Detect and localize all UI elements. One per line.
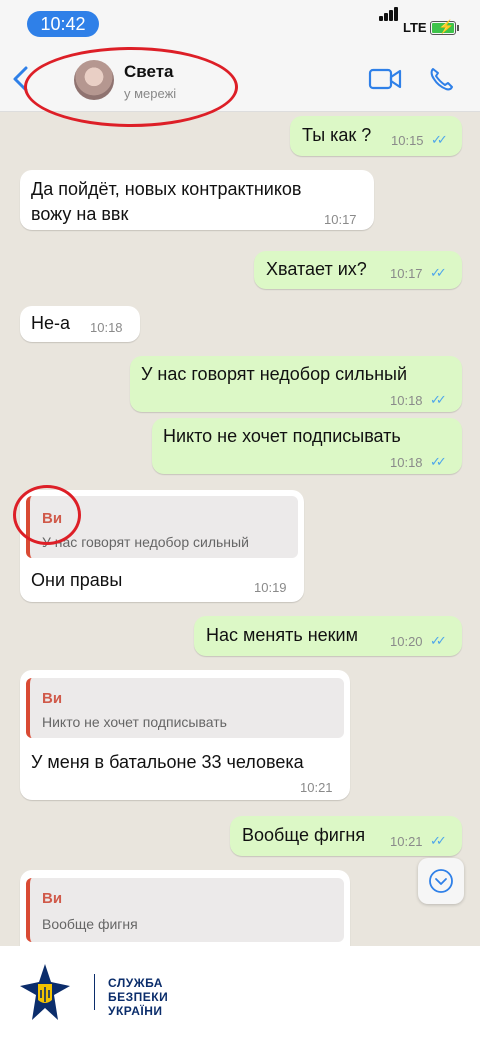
quote-text: Вообще фигня: [42, 916, 138, 932]
quote-author: Ви: [42, 890, 63, 907]
message-text: Вообще фигня: [242, 825, 366, 845]
message-text: Они правы: [31, 570, 123, 590]
message-time: 10:18: [90, 320, 123, 335]
message-text-line: вожу на ввк: [31, 204, 129, 224]
message-incoming[interactable]: Да пойдёт, новых контрактников вожу на в…: [20, 170, 374, 230]
message-time: 10:18: [390, 455, 423, 470]
reply-quote[interactable]: Ви Никто не хочет подписывать: [26, 678, 344, 738]
status-time: 10:42: [27, 11, 99, 37]
message-text: У нас говорят недобор сильный: [141, 364, 408, 384]
message-time: 10:19: [254, 580, 287, 595]
message-outgoing[interactable]: Ты как ? 10:15 ✓✓: [290, 116, 462, 156]
message-text: Хватает их?: [266, 259, 367, 279]
quote-author: Ви: [42, 690, 63, 707]
org-name-line: УКРАЇНИ: [108, 1004, 163, 1018]
message-text: Нас менять неким: [206, 625, 358, 645]
message-outgoing[interactable]: У нас говорят недобор сильный 10:18 ✓✓: [130, 356, 462, 412]
phone-icon[interactable]: [428, 66, 454, 92]
org-name-line: БЕЗПЕКИ: [108, 990, 169, 1004]
message-outgoing[interactable]: Вообще фигня 10:21 ✓✓: [230, 816, 462, 856]
message-text: Не-а: [31, 313, 71, 333]
quote-text: У нас говорят недобор сильный: [42, 534, 249, 550]
message-time: 10:15: [391, 133, 424, 148]
scroll-to-bottom-button[interactable]: [418, 858, 464, 904]
quote-text: Никто не хочет подписывать: [42, 714, 227, 730]
double-check-icon: ✓✓: [431, 132, 448, 147]
message-time: 10:21: [300, 780, 333, 795]
sbu-footer: СЛУЖБА БЕЗПЕКИ УКРАЇНИ: [0, 946, 480, 1039]
double-check-icon: ✓✓: [430, 265, 447, 280]
message-text-line: Да пойдёт, новых контрактников: [31, 179, 302, 199]
message-outgoing[interactable]: Никто не хочет подписывать 10:18 ✓✓: [152, 418, 462, 474]
org-name-line: СЛУЖБА: [108, 976, 163, 990]
double-check-icon: ✓✓: [430, 392, 447, 407]
double-check-icon: ✓✓: [430, 833, 447, 848]
sbu-emblem-icon: [20, 964, 70, 1020]
highlight-ellipse: [13, 485, 81, 545]
double-check-icon: ✓✓: [430, 633, 447, 648]
message-time: 10:17: [390, 266, 423, 281]
battery-icon: ⚡: [430, 19, 456, 35]
message-text: Никто не хочет подписывать: [163, 426, 401, 446]
message-text: Ты как ?: [302, 125, 372, 145]
chevron-down-icon: [429, 869, 453, 893]
message-incoming-reply[interactable]: Ви Никто не хочет подписывать У меня в б…: [20, 670, 350, 800]
message-incoming[interactable]: Не-а 10:18: [20, 306, 140, 342]
network-label: LTE: [403, 20, 427, 35]
status-bar: 10:42 LTE ⚡: [0, 0, 480, 48]
message-time: 10:17: [324, 212, 357, 227]
message-time: 10:18: [390, 393, 423, 408]
double-check-icon: ✓✓: [430, 454, 447, 469]
video-call-icon[interactable]: [368, 66, 402, 92]
reply-quote[interactable]: Ви Вообще фигня: [26, 878, 344, 942]
divider: [94, 974, 95, 1010]
message-time: 10:21: [390, 834, 423, 849]
message-text: У меня в батальоне 33 человека: [31, 752, 304, 772]
message-outgoing[interactable]: Нас менять неким 10:20 ✓✓: [194, 616, 462, 656]
highlight-ellipse: [24, 47, 238, 127]
message-time: 10:20: [390, 634, 423, 649]
message-outgoing[interactable]: Хватает их? 10:17 ✓✓: [254, 251, 462, 289]
